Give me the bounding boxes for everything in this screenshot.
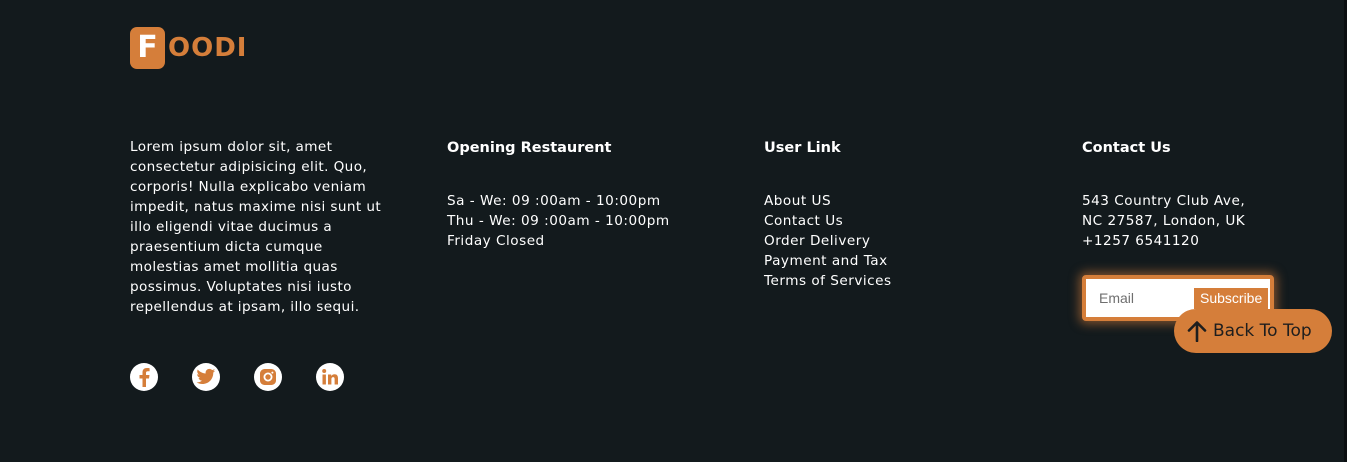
instagram-icon[interactable] [254,363,282,391]
social-links [130,363,344,391]
contact-phone: +1257 6541120 [1082,233,1200,249]
user-links-list: About US Contact Us Order Delivery Payme… [764,191,892,291]
opening-hours-line: Sa - We: 09 :00am - 10:00pm [447,193,661,209]
opening-hours-line: Friday Closed [447,233,545,249]
link-order-delivery[interactable]: Order Delivery [764,231,892,251]
subscribe-button[interactable]: Subscribe [1194,287,1269,309]
user-links-title: User Link [764,140,841,156]
link-payment-and-tax[interactable]: Payment and Tax [764,251,892,271]
contact-details: 543 Country Club Ave, NC 27587, London, … [1082,191,1245,251]
linkedin-icon[interactable] [316,363,344,391]
arrow-up-icon [1187,320,1207,342]
facebook-icon[interactable] [130,363,158,391]
opening-hours-list: Sa - We: 09 :00am - 10:00pm Thu - We: 09… [447,191,670,251]
brand-logo[interactable]: F OODI [130,27,247,69]
opening-hours-line: Thu - We: 09 :00am - 10:00pm [447,213,670,229]
opening-hours-title: Opening Restaurent [447,140,612,156]
twitter-icon[interactable] [192,363,220,391]
link-terms-of-services[interactable]: Terms of Services [764,271,892,291]
footer: F OODI Lorem ipsum dolor sit, amet conse… [0,0,1347,462]
user-links-column: User Link About US Contact Us Order Deli… [764,137,892,291]
about-text: Lorem ipsum dolor sit, amet consectetur … [130,139,382,315]
back-to-top-label: Back To Top [1213,321,1312,341]
logo-badge: F [130,27,165,69]
logo-wordmark: OODI [168,33,248,63]
email-input[interactable] [1097,289,1191,307]
opening-hours-column: Opening Restaurent Sa - We: 09 :00am - 1… [447,137,670,251]
contact-address-line: 543 Country Club Ave, [1082,193,1246,209]
contact-address-line: NC 27587, London, UK [1082,213,1246,229]
contact-column: Contact Us 543 Country Club Ave, NC 2758… [1082,137,1245,251]
link-about-us[interactable]: About US [764,191,892,211]
contact-title: Contact Us [1082,140,1171,156]
back-to-top-button[interactable]: Back To Top [1174,309,1332,353]
link-contact-us[interactable]: Contact Us [764,211,892,231]
